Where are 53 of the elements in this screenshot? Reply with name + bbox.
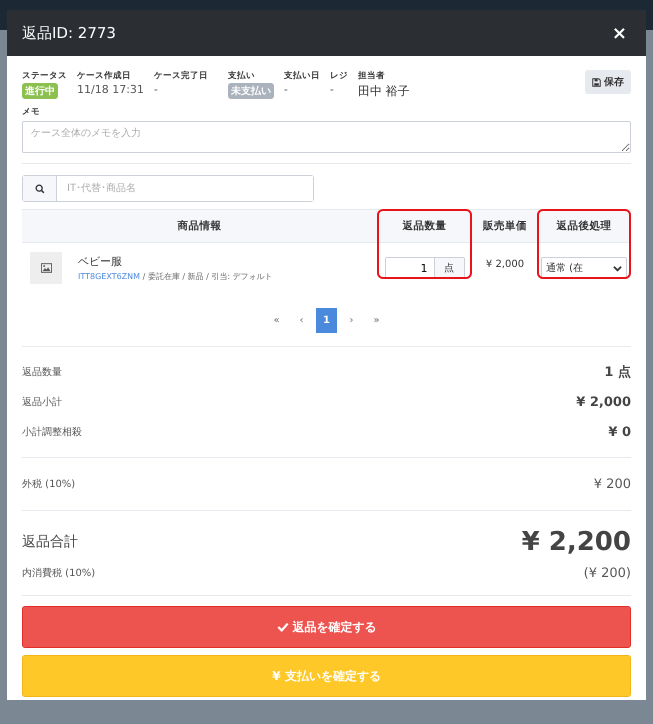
save-button[interactable]: 保存 [585,70,631,94]
page-link[interactable]: 1 [316,308,337,333]
info-value: - [330,83,335,96]
info-value: 11/18 17:31 [77,83,144,96]
info-label: レジ [330,70,348,82]
summary-label: 返品数量 [22,366,62,379]
info-value: - [154,83,159,96]
info-label: ケース完了日 [154,70,208,82]
tax-value: ¥ 200 [594,476,631,492]
memo-label: メモ [22,106,41,118]
info-label: ケース作成日 [77,70,132,82]
table-cell-text: ¥ 2,000 [484,258,526,270]
status-badge: 進行中 [22,83,58,99]
product-name: ベビー服 [78,254,123,269]
page-link[interactable]: » [366,308,387,333]
unit-label: 点 [434,258,464,278]
status-badge: 未支払い [228,83,274,99]
close-button[interactable]: × [608,22,631,44]
checkmark-icon [276,622,288,632]
info-value: 田中 裕子 [358,83,410,100]
tax-label: 外税 (10%) [22,478,76,491]
page-link[interactable]: ‹ [291,308,312,333]
processing-dropdown[interactable]: 通常 (在 [541,257,627,279]
search-field[interactable]: IT･代替･商品名 [22,175,314,202]
summary-value: ¥ 2,000 [576,394,631,410]
summary-value: ¥ 0 [608,424,631,440]
total-label: 返品合計 [22,533,78,551]
column-header: 商品情報 [176,219,222,233]
info-value: - [284,83,289,96]
page-link[interactable]: › [341,308,362,333]
info-label: 支払い日 [284,70,320,82]
confirm-return-button[interactable]: 返品を確定する [22,606,631,648]
product-code-link[interactable]: ITT8GEXT6ZNM [78,272,140,281]
info-label: ステータス [22,70,67,82]
column-header: 返品数量 [402,219,448,233]
modal-title: 返品ID: 2773 [22,24,116,42]
info-label: 支払い [228,70,256,82]
included-tax-label: 内消費税 (10%) [22,566,96,580]
quantity-field[interactable]: 1 点 [384,257,464,279]
summary-value: 1 点 [604,364,631,381]
total-value: ¥ 2,200 [522,527,631,557]
product-details: ITT8GEXT6ZNM / 委託在庫 / 新品 / 引当: デフォルト [78,271,273,282]
summary-label: 小計調整相殺 [22,426,82,439]
included-tax-value: (¥ 200) [584,566,631,580]
info-label: 担当者 [358,70,386,82]
search-icon [34,184,44,194]
chevron-down-icon [613,264,622,272]
memo-field[interactable]: ケース全体のメモを入力 [22,121,631,153]
summary-label: 返品小計 [22,396,62,409]
page-link[interactable]: « [266,308,287,333]
column-header: 販売単価 [482,219,528,233]
column-header: 返品後処理 [556,219,612,233]
image-placeholder-icon [30,252,62,284]
